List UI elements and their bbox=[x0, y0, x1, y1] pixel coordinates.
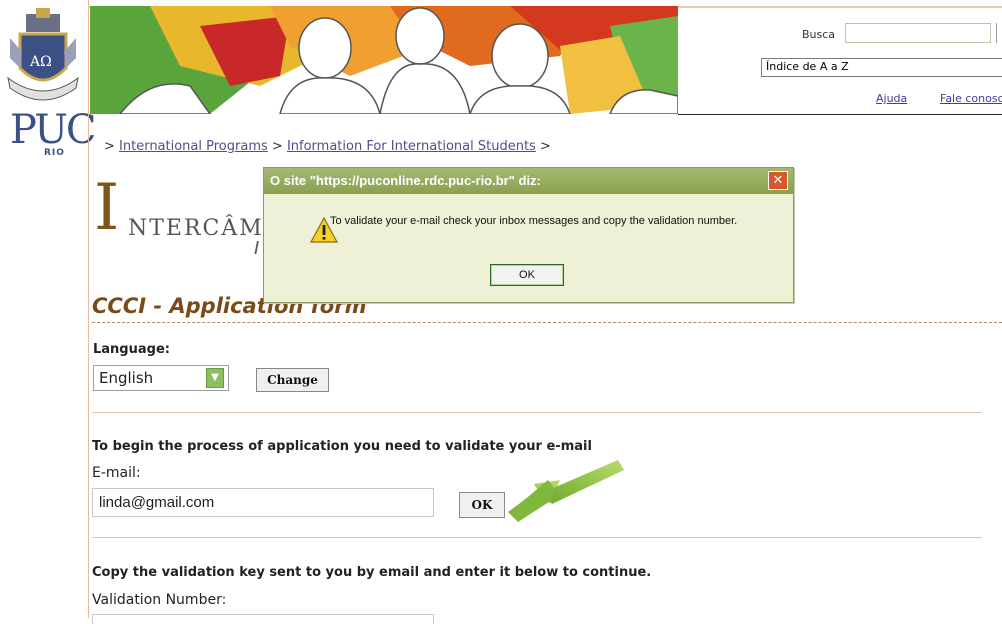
search-label: Busca bbox=[802, 28, 836, 41]
dialog-message: To validate your e-mail check your inbox… bbox=[330, 215, 738, 227]
dialog-title: O site "https://puconline.rdc.puc-rio.br… bbox=[270, 173, 541, 188]
validation-number-label: Validation Number: bbox=[92, 592, 227, 608]
intercambio-initial: I bbox=[94, 180, 120, 245]
rio-wordmark: RIO bbox=[44, 148, 65, 158]
search-input[interactable] bbox=[845, 23, 991, 43]
logo-column: ΑΩ PUC RIO bbox=[0, 0, 97, 618]
section-divider bbox=[92, 412, 982, 413]
language-label: Language: bbox=[93, 342, 170, 357]
breadcrumb: > International Programs > Information F… bbox=[104, 139, 551, 154]
email-field[interactable] bbox=[92, 488, 434, 517]
breadcrumb-international-programs[interactable]: International Programs bbox=[119, 139, 268, 154]
alert-dialog: O site "https://puconline.rdc.puc-rio.br… bbox=[263, 167, 794, 303]
intercambio-sub: I bbox=[254, 238, 260, 259]
validation-number-field[interactable] bbox=[92, 614, 434, 624]
breadcrumb-separator: > bbox=[104, 139, 120, 154]
breadcrumb-separator: > bbox=[267, 139, 287, 154]
validate-email-heading: To begin the process of application you … bbox=[92, 439, 592, 454]
az-index-select[interactable]: Índice de A a Z bbox=[761, 58, 1002, 77]
email-label: E-mail: bbox=[92, 465, 141, 481]
change-language-button[interactable]: Change bbox=[256, 368, 329, 392]
puc-wordmark: PUC bbox=[10, 107, 97, 153]
help-link[interactable]: Ajuda bbox=[876, 92, 907, 105]
chevron-down-icon[interactable]: ▼ bbox=[206, 368, 224, 388]
search-button-edge[interactable] bbox=[996, 23, 1002, 43]
header-divider bbox=[678, 114, 1002, 115]
language-select-value: English bbox=[99, 369, 154, 387]
header-banner-illustration bbox=[90, 6, 678, 114]
puc-crest-logo[interactable]: ΑΩ bbox=[6, 8, 80, 106]
language-select[interactable]: English ▼ bbox=[93, 365, 229, 391]
dialog-ok-button[interactable]: OK bbox=[490, 264, 564, 286]
title-divider bbox=[92, 322, 1002, 323]
email-ok-button[interactable]: OK bbox=[459, 492, 505, 518]
close-icon[interactable]: ✕ bbox=[768, 171, 788, 190]
breadcrumb-info-international-students[interactable]: Information For International Students bbox=[287, 139, 536, 154]
section-divider bbox=[92, 537, 982, 538]
dialog-title-bar[interactable]: O site "https://puconline.rdc.puc-rio.br… bbox=[264, 168, 793, 194]
left-divider bbox=[88, 0, 89, 618]
breadcrumb-separator: > bbox=[535, 139, 551, 154]
intercambio-word: NTERCÂMBIO bbox=[128, 216, 274, 241]
contact-link[interactable]: Fale conosco bbox=[940, 92, 1002, 105]
validation-heading: Copy the validation key sent to you by e… bbox=[92, 565, 652, 580]
svg-text:ΑΩ: ΑΩ bbox=[29, 54, 52, 70]
pointer-arrow-icon bbox=[508, 460, 624, 522]
intercambio-logo: I NTERCÂMBIO I bbox=[94, 180, 274, 260]
